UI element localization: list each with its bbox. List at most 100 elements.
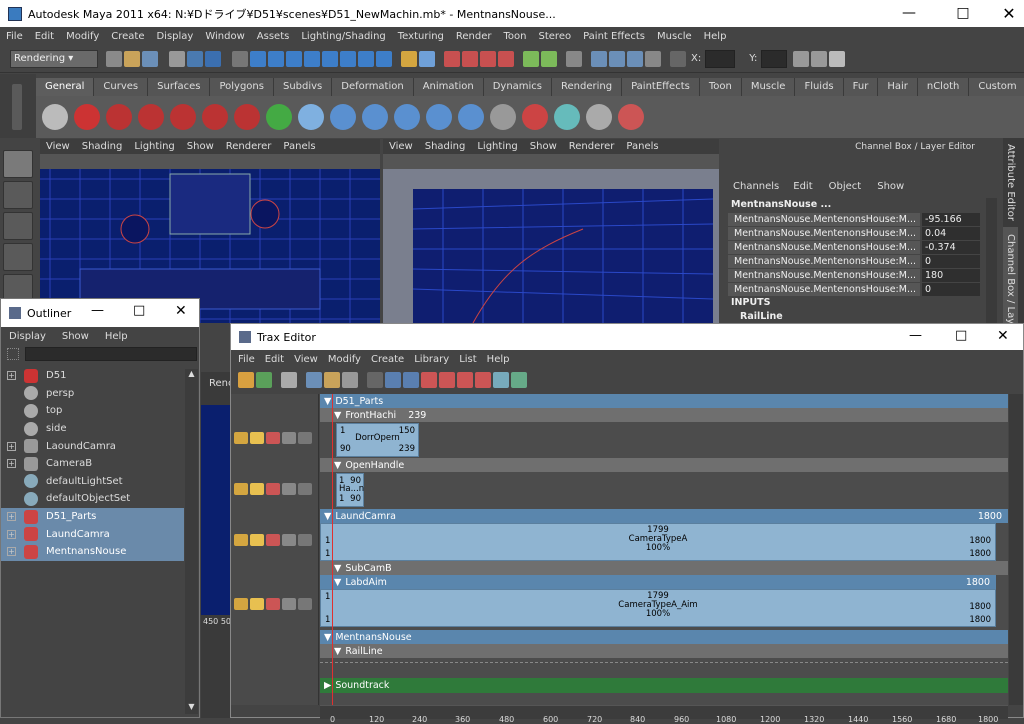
character-header[interactable]: ▼ OpenHandle xyxy=(320,458,1008,472)
x-input[interactable] xyxy=(705,49,736,68)
channel-row[interactable]: MentnansNouse.MentenonsHouse:M... -0.374 xyxy=(728,240,984,254)
filter-toggle-icon[interactable] xyxy=(7,348,19,360)
snap-plane-icon[interactable] xyxy=(498,50,514,67)
solo-icon[interactable] xyxy=(250,483,264,495)
menu-stereo[interactable]: Stereo xyxy=(533,31,578,42)
show-channel-box-icon[interactable] xyxy=(829,50,846,67)
create-clip-icon[interactable] xyxy=(256,372,272,388)
select-rendering-icon[interactable] xyxy=(358,50,374,67)
timer-icon[interactable] xyxy=(342,372,358,388)
list-item[interactable]: + MentnansNouse xyxy=(1,542,184,561)
trax-menu-modify[interactable]: Modify xyxy=(323,354,366,365)
viewport-left-toolbar[interactable] xyxy=(40,154,380,169)
menu-file[interactable]: File xyxy=(0,31,29,42)
joint-icon[interactable] xyxy=(458,104,484,130)
joint-icon[interactable] xyxy=(394,104,420,130)
attribute-editor-tab[interactable]: Attribute Editor xyxy=(1003,138,1018,228)
character-header[interactable]: ▼ FrontHachi 239 xyxy=(320,408,1008,422)
vp-menu-renderer[interactable]: Renderer xyxy=(220,141,278,152)
vp-menu-panels[interactable]: Panels xyxy=(620,141,664,152)
select-deformations-icon[interactable] xyxy=(322,50,338,67)
paint-icon[interactable] xyxy=(618,104,644,130)
soundtrack-track[interactable]: ▶ Soundtrack xyxy=(320,678,1008,693)
select-joints-icon[interactable] xyxy=(268,50,284,67)
red-tool-icon[interactable] xyxy=(202,104,228,130)
group-header[interactable]: ▼ LaundCamra 1800 xyxy=(320,509,1008,523)
cb-menu-edit[interactable]: Edit xyxy=(785,181,820,192)
visor-icon[interactable] xyxy=(281,372,297,388)
paint-select-tool-icon[interactable] xyxy=(3,212,33,240)
trax-maximize-button[interactable]: □ xyxy=(955,328,967,343)
trax-tracks-area[interactable]: ▼ D51_Parts ▼ FrontHachi 239 1 150 DorrOper… xyxy=(320,394,1008,705)
solo-icon[interactable] xyxy=(250,432,264,444)
vp-menu-shading[interactable]: Shading xyxy=(76,141,129,152)
cube-icon[interactable] xyxy=(586,104,612,130)
current-time-indicator[interactable] xyxy=(332,394,333,705)
outliner-menu-help[interactable]: Help xyxy=(97,331,136,342)
list-item[interactable]: + LaoundCamra xyxy=(1,437,184,455)
select-surfaces-icon[interactable] xyxy=(304,50,320,67)
trax-menu-view[interactable]: View xyxy=(289,354,323,365)
sphere-icon[interactable] xyxy=(298,104,324,130)
add-track-icon[interactable] xyxy=(282,483,296,495)
channel-row[interactable]: MentnansNouse.MentenonsHouse:M... 0 xyxy=(728,282,984,296)
lock-selection-icon[interactable] xyxy=(401,50,417,67)
lock-icon[interactable] xyxy=(234,598,248,610)
vp-menu-shading[interactable]: Shading xyxy=(419,141,472,152)
clip-cameratypea-aim[interactable]: 1799 CameraTypeA_Aim 100% 1 1800 1 1800 xyxy=(320,589,996,627)
save-scene-icon[interactable] xyxy=(142,50,158,67)
expand-icon[interactable]: + xyxy=(7,512,16,522)
list-item[interactable]: top xyxy=(1,402,184,420)
trax-menu-list[interactable]: List xyxy=(454,354,481,365)
shelf-tab-animation[interactable]: Animation xyxy=(413,78,484,96)
shelf-tab-surfaces[interactable]: Surfaces xyxy=(148,78,211,96)
mute-icon[interactable] xyxy=(266,483,280,495)
trax-minimize-button[interactable]: — xyxy=(909,328,922,343)
blend-clip-icon[interactable] xyxy=(457,372,473,388)
input-ops-icon[interactable] xyxy=(523,50,539,67)
teal-cube-icon[interactable] xyxy=(554,104,580,130)
expand-icon[interactable]: + xyxy=(7,441,16,451)
red-shape-icon[interactable] xyxy=(522,104,548,130)
dope-sheet-icon[interactable] xyxy=(385,372,401,388)
solo-icon[interactable] xyxy=(250,534,264,546)
add-track-icon[interactable] xyxy=(282,598,296,610)
list-item[interactable]: defaultObjectSet xyxy=(1,490,184,508)
remove-track-icon[interactable] xyxy=(298,432,312,444)
close-button[interactable]: ✕ xyxy=(986,0,1024,27)
new-scene-icon[interactable] xyxy=(106,50,122,67)
shelf-tab-toon[interactable]: Toon xyxy=(699,78,742,96)
render-view-icon[interactable] xyxy=(591,50,607,67)
vp-menu-renderer[interactable]: Renderer xyxy=(563,141,621,152)
lock-icon[interactable] xyxy=(234,534,248,546)
clip-handle[interactable]: 1 90 Ha...n 1 90 xyxy=(336,473,364,507)
shelf-tab-polygons[interactable]: Polygons xyxy=(210,78,274,96)
mute-icon[interactable] xyxy=(266,432,280,444)
lock-icon[interactable] xyxy=(234,483,248,495)
channel-row[interactable]: MentnansNouse.MentenonsHouse:M... 0.04 xyxy=(728,226,984,240)
trax-layout-icon[interactable] xyxy=(511,372,527,388)
trax-menu-file[interactable]: File xyxy=(231,354,260,365)
trax-menu-help[interactable]: Help xyxy=(482,354,515,365)
shelf-tab-subdivs[interactable]: Subdivs xyxy=(273,78,333,96)
vp-menu-show[interactable]: Show xyxy=(524,141,563,152)
trax-menu-create[interactable]: Create xyxy=(366,354,409,365)
merge-clip-icon[interactable] xyxy=(439,372,455,388)
mute-icon[interactable] xyxy=(266,598,280,610)
output-ops-icon[interactable] xyxy=(541,50,557,67)
list-item[interactable]: + D51_Parts xyxy=(1,507,184,526)
trax-scrollbar[interactable] xyxy=(1009,394,1023,705)
frame-playback-icon[interactable] xyxy=(324,372,340,388)
shelf-tab-curves[interactable]: Curves xyxy=(94,78,149,96)
channel-box-scrollbar[interactable] xyxy=(986,198,997,338)
channel-row[interactable]: MentnansNouse.MentenonsHouse:M... 0 xyxy=(728,254,984,268)
viewport-right-view[interactable] xyxy=(383,169,719,324)
vp-menu-lighting[interactable]: Lighting xyxy=(471,141,523,152)
trax-menu-edit[interactable]: Edit xyxy=(260,354,289,365)
menu-modify[interactable]: Modify xyxy=(60,31,105,42)
outliner-filter-input[interactable] xyxy=(25,347,197,361)
time-ruler[interactable]: 0 120 240 360 480 600 720 840 960 1080 1… xyxy=(320,705,1008,724)
open-scene-icon[interactable] xyxy=(124,50,140,67)
menu-help[interactable]: Help xyxy=(698,31,733,42)
list-item[interactable]: side xyxy=(1,420,184,438)
